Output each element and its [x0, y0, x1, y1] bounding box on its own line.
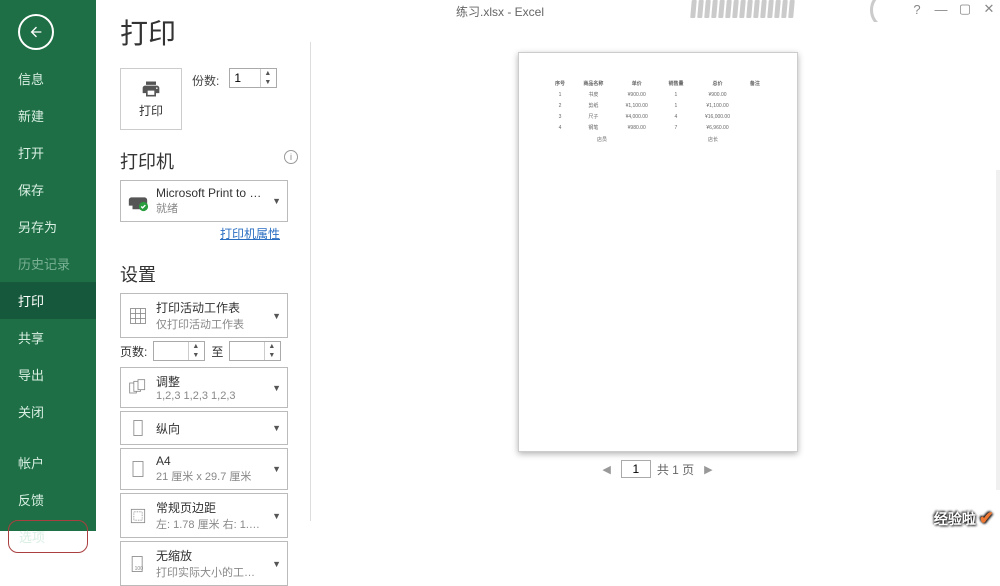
copies-up[interactable]: ▲: [261, 69, 274, 78]
sidebar-item-feedback[interactable]: 反馈: [0, 481, 96, 518]
collate-line1: 调整: [156, 373, 265, 390]
orientation-line1: 纵向: [156, 420, 265, 437]
chevron-down-icon: ▼: [272, 559, 281, 569]
sidebar-item-new[interactable]: 新建: [0, 97, 96, 134]
printer-name: Microsoft Print to PDF: [156, 186, 265, 200]
printer-dropdown[interactable]: Microsoft Print to PDF 就绪 ▼: [120, 180, 288, 222]
sidebar: 信息 新建 打开 保存 另存为 历史记录 打印 共享 导出 关闭 帐户 反馈 选…: [0, 0, 96, 531]
sidebar-item-saveas[interactable]: 另存为: [0, 208, 96, 245]
printer-status-icon: [127, 190, 149, 212]
copies-down[interactable]: ▼: [261, 78, 274, 87]
margins-dropdown[interactable]: 常规页边距 左: 1.78 厘米 右: 1.7… ▼: [120, 493, 288, 538]
pages-from-spinner[interactable]: ▲▼: [153, 341, 205, 361]
chevron-down-icon: ▼: [272, 311, 281, 321]
chevron-down-icon: ▼: [272, 196, 281, 206]
sidebar-item-close[interactable]: 关闭: [0, 393, 96, 430]
sidebar-item-open[interactable]: 打开: [0, 134, 96, 171]
paper-dropdown[interactable]: A4 21 厘米 x 29.7 厘米 ▼: [120, 448, 288, 490]
collate-icon: [127, 377, 149, 399]
chevron-down-icon: ▼: [272, 383, 281, 393]
pages-from-input[interactable]: [154, 342, 188, 360]
scaling-icon: 100: [127, 553, 149, 575]
sidebar-item-save[interactable]: 保存: [0, 171, 96, 208]
pages-label: 页数:: [120, 343, 147, 360]
sheets-icon: [127, 305, 149, 327]
portrait-icon: [127, 417, 149, 439]
divider: [310, 42, 311, 521]
sidebar-item-share[interactable]: 共享: [0, 319, 96, 356]
svg-text:100: 100: [135, 565, 144, 571]
sidebar-item-export[interactable]: 导出: [0, 356, 96, 393]
chevron-down-icon: ▼: [272, 464, 281, 474]
collate-dropdown[interactable]: 调整 1,2,3 1,2,3 1,2,3 ▼: [120, 367, 288, 408]
sidebar-item-print[interactable]: 打印: [0, 282, 96, 319]
arrow-left-icon: [28, 24, 44, 40]
margins-line1: 常规页边距: [156, 499, 265, 516]
chevron-down-icon: ▼: [272, 511, 281, 521]
sidebar-item-options[interactable]: 选项: [8, 520, 88, 553]
prev-page-button[interactable]: ◀: [598, 461, 614, 478]
print-button[interactable]: 打印: [120, 68, 182, 130]
printer-properties-link[interactable]: 打印机属性: [220, 227, 280, 241]
print-preview-page: 序号商品名称单价销售量总价备注 1书皮¥900.001¥900.002剪纸¥1,…: [518, 52, 798, 452]
page-number-input[interactable]: [621, 460, 651, 478]
collate-line2: 1,2,3 1,2,3 1,2,3: [156, 390, 265, 402]
pages-to-input[interactable]: [230, 342, 264, 360]
page-total-label: 共 1 页: [657, 461, 694, 478]
printer-icon: [137, 79, 165, 99]
paper-line2: 21 厘米 x 29.7 厘米: [156, 468, 265, 484]
next-page-button[interactable]: ▶: [700, 461, 716, 478]
chevron-down-icon: ▼: [272, 423, 281, 433]
copies-spinner[interactable]: ▲▼: [229, 68, 277, 88]
print-area-line2: 仅打印活动工作表: [156, 316, 265, 332]
print-area-dropdown[interactable]: 打印活动工作表 仅打印活动工作表 ▼: [120, 293, 288, 338]
pages-to-label: 至: [211, 343, 223, 360]
copies-label: 份数:: [192, 72, 219, 89]
orientation-dropdown[interactable]: 纵向 ▼: [120, 411, 288, 445]
sidebar-item-history[interactable]: 历史记录: [0, 245, 96, 282]
scaling-line1: 无缩放: [156, 547, 265, 564]
sidebar-item-account[interactable]: 帐户: [0, 444, 96, 481]
info-icon[interactable]: i: [284, 150, 298, 164]
margins-line2: 左: 1.78 厘米 右: 1.7…: [156, 516, 265, 532]
print-area-line1: 打印活动工作表: [156, 299, 265, 316]
paper-line1: A4: [156, 454, 265, 468]
sidebar-item-info[interactable]: 信息: [0, 60, 96, 97]
watermark: 经验啦✔: [934, 508, 994, 529]
page-icon: [127, 458, 149, 480]
print-button-label: 打印: [139, 102, 163, 119]
scaling-line2: 打印实际大小的工作表: [156, 564, 265, 580]
preview-table: 序号商品名称单价销售量总价备注 1书皮¥900.001¥900.002剪纸¥1,…: [547, 77, 769, 134]
printer-section-title: 打印机: [120, 148, 174, 174]
scaling-dropdown[interactable]: 100 无缩放 打印实际大小的工作表 ▼: [120, 541, 288, 586]
printer-status: 就绪: [156, 200, 265, 216]
copies-input[interactable]: [230, 69, 260, 87]
settings-section-title: 设置: [120, 261, 298, 287]
margins-icon: [127, 505, 149, 527]
pages-to-spinner[interactable]: ▲▼: [229, 341, 281, 361]
